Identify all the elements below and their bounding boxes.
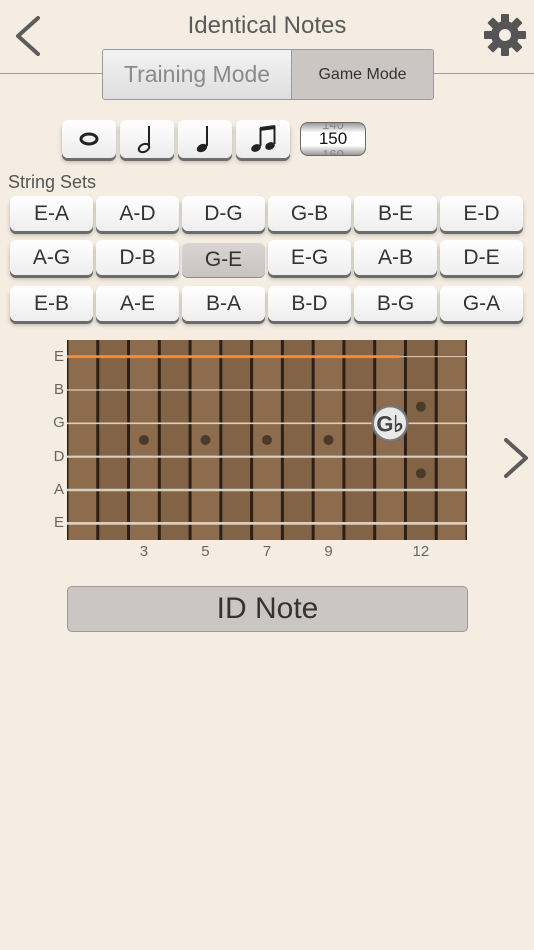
string-set-button[interactable]: B-A	[182, 286, 265, 321]
fret-space	[343, 340, 375, 540]
fret-space	[282, 340, 314, 540]
tempo-next-value: 160	[322, 147, 344, 156]
half-note-button[interactable]	[120, 120, 174, 158]
fret-space	[159, 340, 191, 540]
string-set-button[interactable]: D-B	[96, 240, 179, 275]
note-marker-label: G♭	[376, 411, 404, 436]
divider-left	[0, 73, 102, 74]
eighth-notes-icon	[251, 125, 276, 152]
string-set-button[interactable]: G-B	[268, 196, 351, 231]
string-set-button[interactable]: D-E	[440, 240, 523, 275]
fret-wire	[403, 340, 407, 540]
fret-wire	[311, 340, 315, 540]
fret-space	[97, 340, 129, 540]
fret-space	[405, 340, 437, 540]
divider-right	[432, 73, 534, 74]
whole-note-icon	[79, 132, 99, 146]
string-set-button[interactable]: A-D	[96, 196, 179, 231]
fret-number: 7	[262, 543, 272, 560]
fret-wire	[188, 340, 192, 540]
string-set-button[interactable]: G-A	[440, 286, 523, 321]
half-note-icon	[137, 126, 151, 154]
fret-wire	[342, 340, 346, 540]
string-set-button[interactable]: B-G	[354, 286, 437, 321]
mode-toggle: Training Mode Game Mode	[102, 49, 434, 100]
tempo-current-value: 150	[318, 129, 348, 148]
string-label: E	[53, 514, 64, 532]
string-set-button[interactable]: E-A	[10, 196, 93, 231]
string-set-button[interactable]: E-D	[440, 196, 523, 231]
string-sets-label: String Sets	[8, 172, 97, 192]
string-set-button[interactable]: E-G	[268, 240, 351, 275]
fret-space	[436, 340, 467, 540]
fret-wire	[373, 340, 377, 540]
id-note-button[interactable]: ID Note	[67, 586, 468, 632]
string-set-button[interactable]: G-E	[182, 243, 265, 277]
fret-inlay-dot	[415, 401, 426, 412]
fret-inlay-dot	[415, 468, 426, 479]
training-mode-button[interactable]: Training Mode	[103, 50, 292, 99]
fret-number: 9	[324, 543, 333, 560]
note-marker[interactable]: G♭	[371, 404, 410, 443]
string-set-button[interactable]: B-D	[268, 286, 351, 321]
fret-wire	[157, 340, 161, 540]
fret-inlay-dot	[262, 435, 272, 445]
fret-wire	[219, 340, 223, 540]
quarter-note-button[interactable]	[178, 120, 232, 158]
fret-space	[220, 340, 252, 540]
settings-button[interactable]	[482, 12, 528, 58]
string-label: G	[53, 414, 65, 432]
string-label: D	[53, 447, 65, 465]
fret-inlay-dot	[323, 435, 334, 445]
string-set-button[interactable]: D-G	[182, 196, 265, 231]
next-chevron-icon	[504, 438, 528, 478]
string-set-button[interactable]: B-E	[354, 196, 437, 231]
fret-wire	[127, 340, 131, 540]
string-set-button[interactable]: E-B	[10, 286, 93, 321]
eighth-notes-button[interactable]	[236, 120, 290, 158]
string-set-grid: E-A A-D D-G G-B B-E E-D A-G D-B G-E E-G A-B D-E E-B A…	[10, 196, 524, 321]
gear-icon	[484, 14, 526, 56]
fret-number: 5	[201, 543, 210, 560]
fret-inlay-dot	[200, 435, 211, 445]
whole-note-button[interactable]	[62, 120, 116, 158]
next-button[interactable]	[496, 434, 532, 482]
fret-number: 12	[412, 543, 430, 560]
game-mode-button[interactable]: Game Mode	[292, 50, 433, 99]
fret-wire	[250, 340, 254, 540]
fretboard[interactable]: G♭	[67, 340, 467, 540]
fret-wire	[96, 340, 100, 540]
fret-inlay-dot	[138, 435, 149, 445]
fret-wire	[280, 340, 284, 540]
string-set-button[interactable]: A-G	[10, 240, 93, 275]
fret-wire	[465, 340, 467, 540]
fretboard-area: EBGDAE G♭ 3 5 7 9 12	[0, 330, 534, 570]
fret-wire	[67, 340, 69, 540]
top-bar: Identical Notes Training Mode Game Mode	[0, 0, 534, 100]
quarter-note-icon	[196, 126, 208, 153]
string-label: B	[53, 381, 64, 398]
fret-space	[67, 340, 98, 540]
string-set-button[interactable]: A-E	[96, 286, 179, 321]
fret-number: 3	[139, 543, 149, 560]
note-duration-buttons	[62, 120, 290, 158]
string-label: A	[53, 481, 64, 498]
string-label: E	[53, 347, 64, 365]
page-title: Identical Notes	[187, 12, 347, 39]
tempo-picker[interactable]: 140 150 160	[300, 122, 366, 156]
fret-wire	[434, 340, 438, 540]
string-set-button[interactable]: A-B	[354, 240, 437, 275]
